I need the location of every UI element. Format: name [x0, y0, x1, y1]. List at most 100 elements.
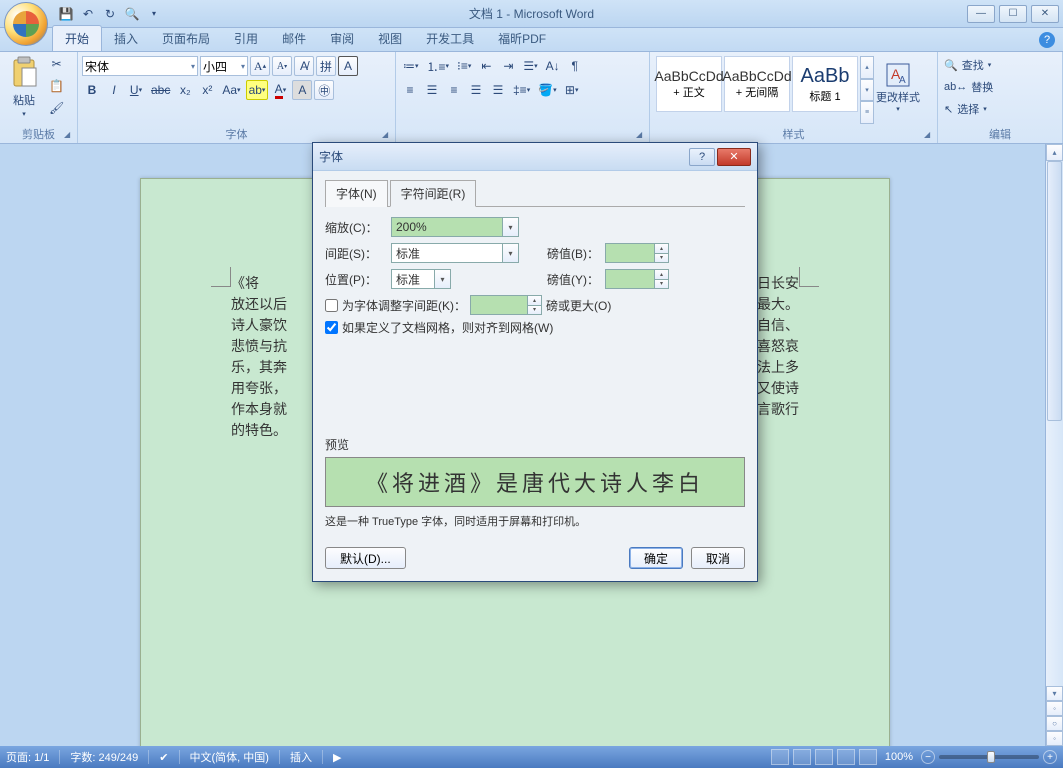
font-size-combo[interactable]: 小四▾	[200, 56, 248, 76]
maximize-button[interactable]: ☐	[999, 5, 1027, 23]
zoom-in-button[interactable]: +	[1043, 750, 1057, 764]
select-button[interactable]: ↖选择▾	[942, 98, 1058, 120]
justify-button[interactable]: ☰	[466, 80, 486, 100]
shading-button[interactable]: 🪣▾	[535, 80, 559, 100]
superscript-button[interactable]: x²	[197, 80, 217, 100]
zoom-level[interactable]: 100%	[885, 751, 913, 763]
change-case-button[interactable]: Aa▾	[219, 80, 243, 100]
prev-page-button[interactable]: ◦	[1046, 701, 1063, 716]
kerning-checkbox[interactable]	[325, 299, 338, 312]
office-button[interactable]	[4, 2, 48, 46]
strikethrough-button[interactable]: abc	[148, 80, 173, 100]
dialog-tab-character-spacing[interactable]: 字符间距(R)	[390, 180, 477, 207]
tab-insert[interactable]: 插入	[102, 26, 150, 51]
show-hide-button[interactable]: ¶	[565, 56, 585, 76]
style-gallery-more[interactable]: ≡	[860, 101, 874, 124]
subscript-button[interactable]: x₂	[175, 80, 195, 100]
cut-button[interactable]: ✂	[46, 54, 67, 74]
highlight-button[interactable]: ab▾	[246, 80, 269, 100]
status-macro-icon[interactable]: ▶	[333, 751, 341, 764]
status-language[interactable]: 中文(简体, 中国)	[190, 749, 269, 765]
character-shading-button[interactable]: A	[292, 80, 312, 100]
font-dialog-launcher[interactable]: ◢	[381, 129, 393, 141]
view-web-layout[interactable]	[815, 749, 833, 765]
character-border-button[interactable]: A	[338, 56, 358, 76]
align-left-button[interactable]: ≡	[400, 80, 420, 100]
browse-object-button[interactable]: ○	[1046, 716, 1063, 731]
shrink-font-button[interactable]: A▾	[272, 56, 292, 76]
view-draft[interactable]	[859, 749, 877, 765]
close-button[interactable]: ✕	[1031, 5, 1059, 23]
format-painter-button[interactable]: 🖌	[46, 98, 67, 118]
sort-button[interactable]: A↓	[543, 56, 563, 76]
view-print-layout[interactable]	[771, 749, 789, 765]
tab-foxit-pdf[interactable]: 福昕PDF	[486, 26, 558, 51]
style-normal[interactable]: AaBbCcDd + 正文	[656, 56, 722, 112]
styles-dialog-launcher[interactable]: ◢	[923, 129, 935, 141]
dialog-close-button[interactable]: ✕	[717, 148, 751, 166]
align-center-button[interactable]: ☰	[422, 80, 442, 100]
increase-indent-button[interactable]: ⇥	[498, 56, 518, 76]
tab-home[interactable]: 开始	[52, 25, 102, 51]
dialog-tab-font[interactable]: 字体(N)	[325, 180, 388, 207]
qat-redo[interactable]: ↻	[100, 4, 120, 24]
tab-review[interactable]: 审阅	[318, 26, 366, 51]
underline-button[interactable]: U▾	[126, 80, 146, 100]
tab-mailings[interactable]: 邮件	[270, 26, 318, 51]
tab-references[interactable]: 引用	[222, 26, 270, 51]
status-insert-mode[interactable]: 插入	[290, 749, 312, 765]
scroll-thumb[interactable]	[1047, 161, 1062, 421]
zoom-out-button[interactable]: −	[921, 750, 935, 764]
clipboard-dialog-launcher[interactable]: ◢	[63, 129, 75, 141]
numbering-button[interactable]: ⒈≡▾	[424, 56, 453, 76]
spin-up[interactable]: ▴	[527, 296, 541, 306]
qat-undo[interactable]: ↶	[78, 4, 98, 24]
phonetic-guide-button[interactable]: 拼	[316, 56, 336, 76]
change-styles-button[interactable]: AA 更改样式 ▾	[876, 54, 920, 120]
italic-button[interactable]: I	[104, 80, 124, 100]
line-spacing-button[interactable]: ‡≡▾	[510, 80, 533, 100]
decrease-indent-button[interactable]: ⇤	[476, 56, 496, 76]
ok-button[interactable]: 确定	[629, 547, 683, 569]
spin-down[interactable]: ▾	[654, 280, 668, 289]
tab-page-layout[interactable]: 页面布局	[150, 26, 222, 51]
distribute-button[interactable]: ☰	[488, 80, 508, 100]
spin-down[interactable]: ▾	[654, 254, 668, 263]
borders-button[interactable]: ⊞▾	[562, 80, 582, 100]
view-outline[interactable]	[837, 749, 855, 765]
spacing-pt-spinner[interactable]: ▴▾	[605, 243, 669, 263]
scale-combo[interactable]: 200% ▾	[391, 217, 519, 237]
qat-save[interactable]: 💾	[56, 4, 76, 24]
spin-up[interactable]: ▴	[654, 270, 668, 280]
help-icon[interactable]: ?	[1039, 32, 1055, 48]
scroll-down-button[interactable]: ▾	[1046, 686, 1063, 701]
snap-to-grid-checkbox[interactable]	[325, 321, 338, 334]
tab-developer[interactable]: 开发工具	[414, 26, 486, 51]
spin-down[interactable]: ▾	[527, 306, 541, 315]
align-right-button[interactable]: ≡	[444, 80, 464, 100]
grow-font-button[interactable]: A▴	[250, 56, 270, 76]
position-combo[interactable]: 标准 ▾	[391, 269, 451, 289]
clear-formatting-button[interactable]: A̸	[294, 56, 314, 76]
multilevel-list-button[interactable]: ⁝≡▾	[454, 56, 474, 76]
view-full-screen[interactable]	[793, 749, 811, 765]
dialog-help-button[interactable]: ?	[689, 148, 715, 166]
minimize-button[interactable]: —	[967, 5, 995, 23]
next-page-button[interactable]: ◦	[1046, 731, 1063, 746]
style-no-spacing[interactable]: AaBbCcDd + 无间隔	[724, 56, 790, 112]
font-color-button[interactable]: A▾	[270, 80, 290, 100]
style-heading-1[interactable]: AaBb 标题 1	[792, 56, 858, 112]
zoom-slider-thumb[interactable]	[987, 751, 995, 763]
replace-button[interactable]: ab↔替换	[942, 76, 1058, 98]
paste-button[interactable]: 粘贴 ▾	[4, 54, 44, 120]
spacing-combo[interactable]: 标准 ▾	[391, 243, 519, 263]
copy-button[interactable]: 📋	[46, 76, 67, 96]
dialog-title-bar[interactable]: 字体 ? ✕	[313, 143, 757, 171]
default-button[interactable]: 默认(D)...	[325, 547, 406, 569]
position-pt-spinner[interactable]: ▴▾	[605, 269, 669, 289]
paragraph-dialog-launcher[interactable]: ◢	[635, 129, 647, 141]
kerning-spinner[interactable]: ▴▾	[470, 295, 542, 315]
zoom-slider[interactable]	[939, 755, 1039, 759]
bullets-button[interactable]: ≔▾	[400, 56, 422, 76]
asian-layout-button[interactable]: ☰▾	[520, 56, 540, 76]
